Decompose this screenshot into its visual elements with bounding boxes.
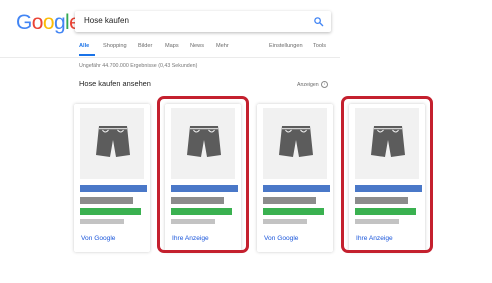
logo-letter: o	[31, 11, 44, 34]
card-link[interactable]: Von Google	[81, 235, 115, 242]
card-link[interactable]: Von Google	[264, 235, 298, 242]
product-text-placeholder	[80, 197, 133, 204]
tab-more[interactable]: Mehr	[216, 43, 229, 49]
product-price-placeholder	[171, 208, 232, 215]
shopping-section-title[interactable]: Hose kaufen ansehen	[79, 79, 151, 88]
product-image[interactable]	[263, 108, 327, 179]
product-price-placeholder	[263, 208, 324, 215]
product-card[interactable]: Ihre Anzeige	[349, 104, 425, 252]
product-text-placeholder	[263, 197, 316, 204]
tab-news[interactable]: News	[190, 43, 204, 49]
tab-tools[interactable]: Tools	[313, 43, 326, 49]
tab-shopping[interactable]: Shopping	[103, 43, 127, 49]
logo-letter: G	[16, 11, 32, 34]
product-merchant-placeholder	[355, 219, 399, 224]
product-text-placeholder	[171, 197, 224, 204]
search-query: Hose kaufen	[84, 16, 129, 25]
search-tabs: Alle Shopping Bilder Maps News Mehr Eins…	[66, 40, 492, 58]
shorts-icon	[187, 126, 221, 157]
result-stats: Ungefähr 44.700.000 Ergebnisse (0,43 Sek…	[79, 63, 198, 69]
product-text-placeholder	[355, 197, 408, 204]
product-price-placeholder	[80, 208, 141, 215]
google-logo[interactable]: Google	[16, 11, 81, 34]
shorts-icon	[279, 126, 313, 157]
tab-active-indicator	[79, 54, 95, 56]
logo-letter: g	[53, 11, 66, 34]
shorts-icon	[96, 126, 130, 157]
tab-images[interactable]: Bilder	[138, 43, 152, 49]
tab-all[interactable]: Alle	[79, 43, 89, 49]
product-price-placeholder	[355, 208, 416, 215]
card-link[interactable]: Ihre Anzeige	[356, 235, 393, 242]
product-title-placeholder	[80, 185, 147, 192]
product-card[interactable]: Ihre Anzeige	[165, 104, 241, 252]
product-title-placeholder	[171, 185, 238, 192]
product-merchant-placeholder	[80, 219, 124, 224]
ads-label[interactable]: Anzeigen i	[297, 81, 329, 88]
shorts-icon	[371, 126, 405, 157]
tabs-divider	[0, 57, 340, 58]
info-icon[interactable]: i	[321, 81, 329, 88]
product-image[interactable]	[80, 108, 144, 179]
product-card[interactable]: Von Google	[74, 104, 150, 252]
tab-maps[interactable]: Maps	[165, 43, 179, 49]
tab-settings[interactable]: Einstellungen	[269, 43, 303, 49]
logo-letter: o	[42, 11, 55, 34]
product-title-placeholder	[355, 185, 422, 192]
ads-label-text: Anzeigen	[297, 81, 319, 88]
product-image[interactable]	[171, 108, 235, 179]
card-link[interactable]: Ihre Anzeige	[172, 235, 209, 242]
search-icon[interactable]	[313, 16, 324, 27]
product-merchant-placeholder	[263, 219, 307, 224]
search-input[interactable]: Hose kaufen	[75, 11, 331, 32]
product-card[interactable]: Von Google	[257, 104, 333, 252]
product-merchant-placeholder	[171, 219, 215, 224]
product-title-placeholder	[263, 185, 330, 192]
product-image[interactable]	[355, 108, 419, 179]
